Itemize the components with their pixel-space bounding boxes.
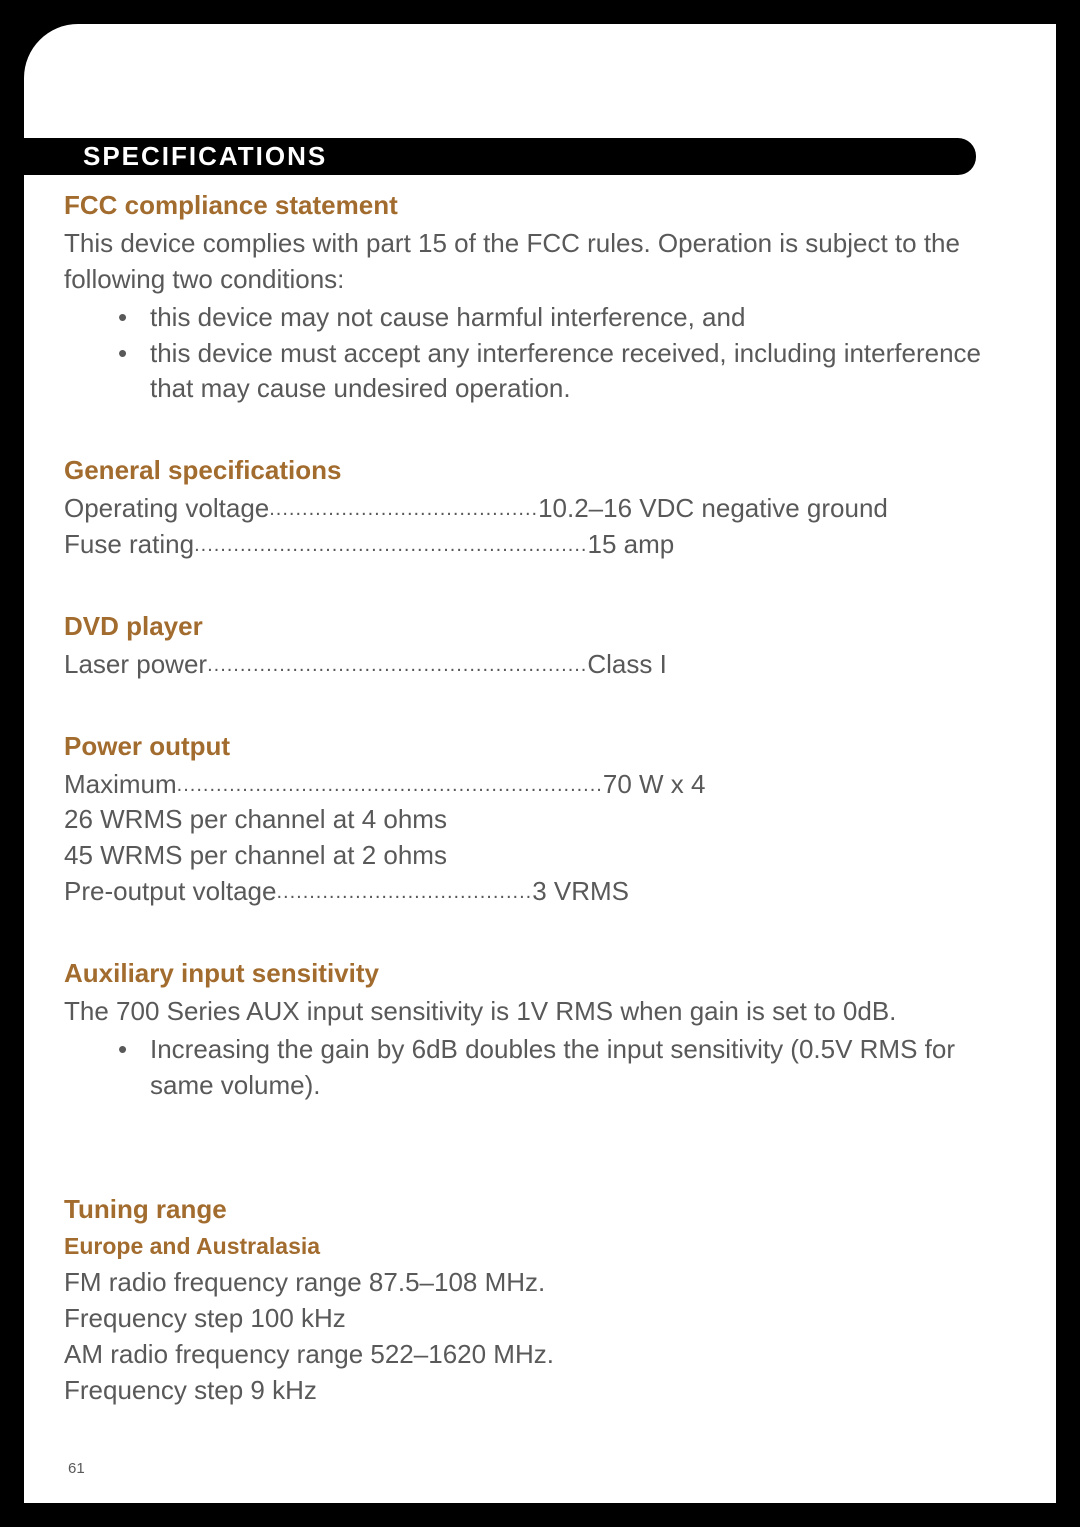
spec-row: Laser power ............................…	[64, 647, 1024, 683]
spec-value: 15 amp	[587, 527, 674, 563]
spec-label: Laser power	[64, 647, 207, 683]
spec-row: Operating voltage ......................…	[64, 491, 1024, 527]
tuning-line: Frequency step 100 kHz	[64, 1301, 1024, 1337]
section-title-fcc: FCC compliance statement	[64, 188, 1024, 224]
fcc-intro: This device complies with part 15 of the…	[64, 226, 1024, 298]
spec-free-line: 26 WRMS per channel at 4 ohms	[64, 802, 1024, 838]
spec-value: 10.2–16 VDC negative ground	[538, 491, 888, 527]
section-title-tuning: Tuning range	[64, 1192, 1024, 1228]
spec-value: 3 VRMS	[532, 874, 629, 910]
spec-label: Maximum	[64, 767, 177, 803]
list-item: this device may not cause harmful interf…	[64, 300, 1024, 336]
section-title-power: Power output	[64, 729, 1024, 765]
aux-intro: The 700 Series AUX input sensitivity is …	[64, 994, 1024, 1030]
leader-dots: ........................................…	[194, 532, 587, 563]
tuning-line: AM radio frequency range 522–1620 MHz.	[64, 1337, 1024, 1373]
spec-free-line: 45 WRMS per channel at 2 ohms	[64, 838, 1024, 874]
section-title-aux: Auxiliary input sensitivity	[64, 956, 1024, 992]
spec-row: Fuse rating ............................…	[64, 527, 1024, 563]
list-item: Increasing the gain by 6dB doubles the i…	[64, 1032, 1024, 1104]
aux-bullets: Increasing the gain by 6dB doubles the i…	[64, 1032, 1024, 1104]
leader-dots: .......................................	[276, 879, 532, 910]
fcc-bullets: this device may not cause harmful interf…	[64, 300, 1024, 408]
leader-dots: ........................................…	[177, 772, 603, 803]
page-content: FCC compliance statement This device com…	[64, 184, 1024, 1409]
spec-row: Maximum ................................…	[64, 767, 1024, 803]
list-item: this device must accept any interference…	[64, 336, 1024, 408]
section-title-general: General specifications	[64, 453, 1024, 489]
spec-label: Pre-output voltage	[64, 874, 276, 910]
spec-value: 70 W x 4	[603, 767, 706, 803]
spec-row: Pre-output voltage .....................…	[64, 874, 1024, 910]
tuning-line: Frequency step 9 kHz	[64, 1373, 1024, 1409]
document-page: SPECIFICATIONS FCC compliance statement …	[24, 24, 1056, 1503]
leader-dots: ........................................…	[207, 652, 587, 683]
spec-label: Fuse rating	[64, 527, 194, 563]
tuning-line: FM radio frequency range 87.5–108 MHz.	[64, 1265, 1024, 1301]
page-number: 61	[68, 1460, 85, 1477]
section-title-dvd: DVD player	[64, 609, 1024, 645]
spec-value: Class I	[587, 647, 666, 683]
page-header-title: SPECIFICATIONS	[83, 141, 327, 172]
section-subtitle-region: Europe and Australasia	[64, 1231, 1024, 1263]
leader-dots: ........................................…	[269, 496, 538, 527]
spec-label: Operating voltage	[64, 491, 269, 527]
header-band: SPECIFICATIONS	[24, 138, 976, 175]
